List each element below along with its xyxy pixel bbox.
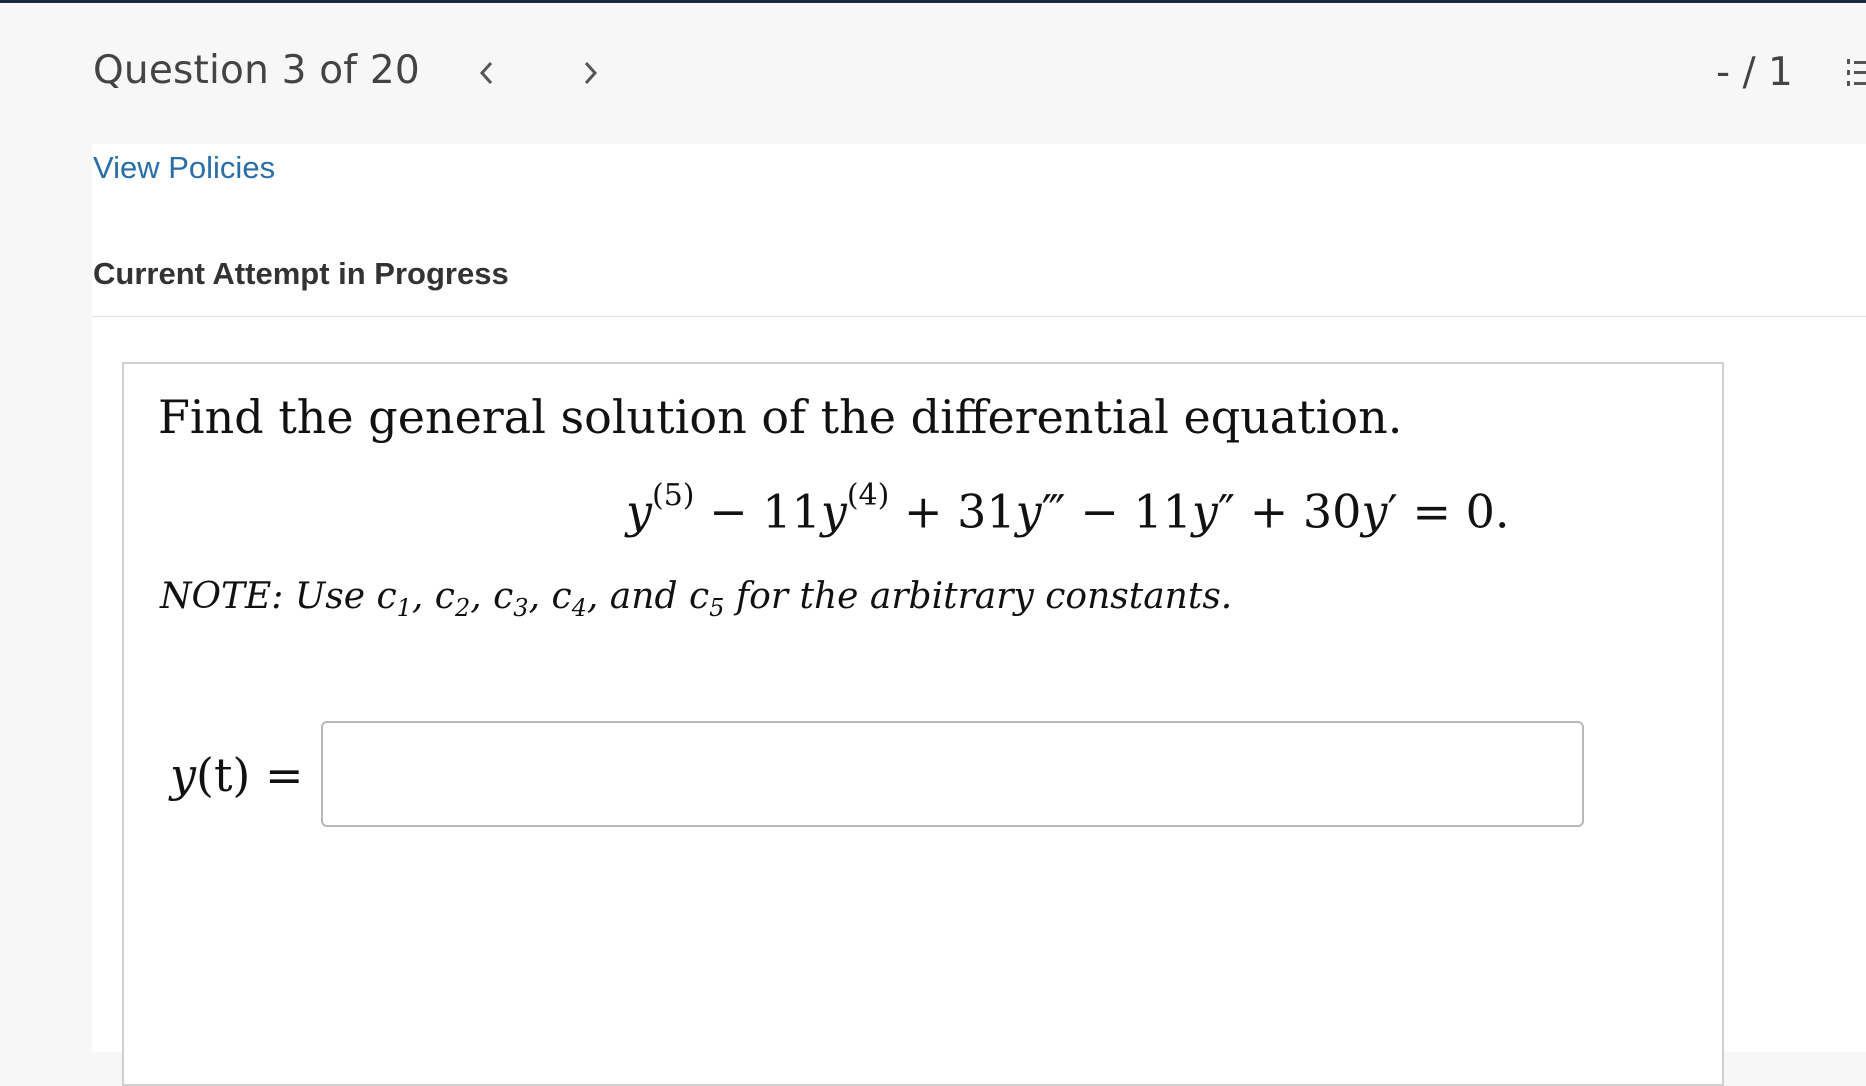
question-counter: Question 3 of 20 <box>93 48 420 93</box>
answer-label-rest: (t) = <box>196 748 304 802</box>
question-score: - / 1 <box>1716 50 1793 95</box>
attempt-status: Current Attempt in Progress <box>93 256 509 291</box>
eq-var: y <box>1015 484 1042 539</box>
answer-label-var: y <box>170 748 196 802</box>
chevron-left-icon <box>479 61 493 85</box>
note-subscript: 2 <box>454 594 471 623</box>
eq-prime: ‴ <box>1041 484 1066 539</box>
note-subscript: 1 <box>396 594 412 623</box>
eq-coefficient: + 31 <box>889 484 1016 539</box>
differential-equation: y(5) − 11y(4) + 31y‴ − 11y″ + 30y′ = 0. <box>626 478 1510 539</box>
eq-var: y <box>1361 484 1388 539</box>
eq-order: (4) <box>846 478 890 513</box>
note-text: NOTE: Use c <box>160 576 397 617</box>
note-subscript: 4 <box>571 594 587 623</box>
view-policies-link[interactable]: View Policies <box>93 150 275 186</box>
note-text: , c <box>470 576 514 617</box>
previous-question-button[interactable] <box>467 50 507 96</box>
eq-var: y <box>1191 484 1218 539</box>
question-prompt: Find the general solution of the differe… <box>158 390 1403 444</box>
note-text: , c <box>528 576 572 617</box>
eq-coefficient: + 30 <box>1235 484 1362 539</box>
numbered-list-icon <box>1847 59 1866 86</box>
answer-label: y(t) = <box>170 748 304 802</box>
divider <box>92 316 1866 317</box>
eq-prime: ′ <box>1387 484 1398 539</box>
next-question-button[interactable] <box>570 50 610 96</box>
question-list-button[interactable] <box>1845 56 1866 90</box>
eq-var: y <box>820 484 847 539</box>
eq-coefficient: − 11 <box>694 484 821 539</box>
note-subscript: 5 <box>709 594 725 623</box>
eq-rhs: = 0. <box>1397 484 1510 539</box>
eq-order: (5) <box>652 478 695 513</box>
answer-input[interactable] <box>321 721 1584 827</box>
constants-note: NOTE: Use c1, c2, c3, c4, and c5 for the… <box>160 576 1232 622</box>
chevron-right-icon <box>584 61 598 85</box>
eq-prime: ″ <box>1217 484 1236 539</box>
eq-coefficient: − 11 <box>1065 484 1192 539</box>
note-subscript: 3 <box>513 594 529 623</box>
note-text: , c <box>411 576 455 617</box>
note-text: , and c <box>586 576 710 617</box>
eq-var: y <box>626 484 652 539</box>
note-text: for the arbitrary constants. <box>724 576 1233 617</box>
